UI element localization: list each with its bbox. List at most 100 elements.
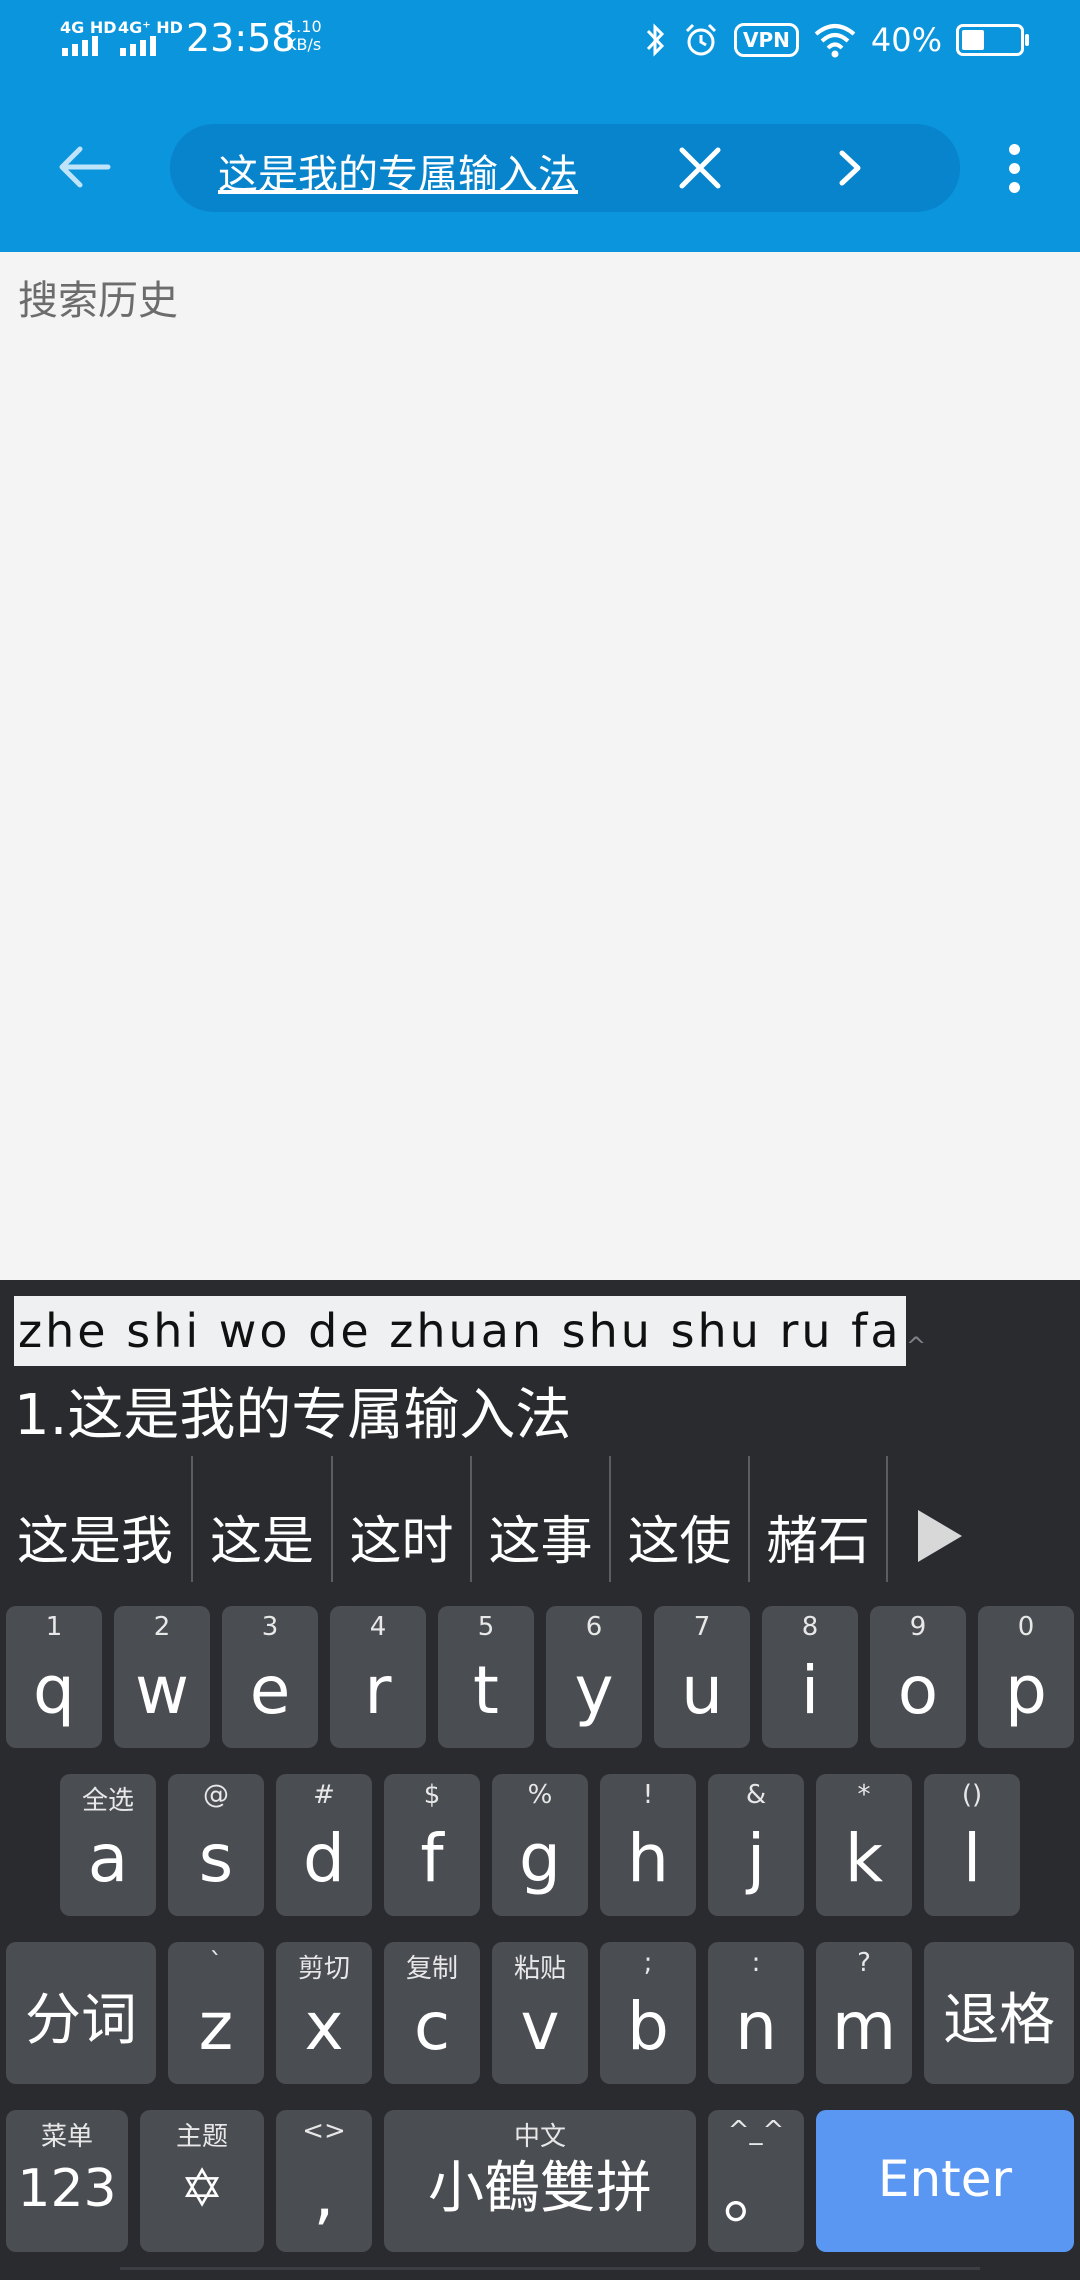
key-h[interactable]: ! h xyxy=(600,1774,696,1916)
candidate-2[interactable]: 这是 xyxy=(193,1456,331,1616)
key-b-secondary: ; xyxy=(643,1948,653,1978)
key-a-secondary: 全选 xyxy=(81,1786,134,1816)
key-p-secondary: 0 xyxy=(1017,1612,1035,1642)
numbers-key[interactable]: 菜单 123 xyxy=(6,2110,128,2252)
key-o-secondary: 9 xyxy=(909,1612,927,1642)
key-z-label: z xyxy=(198,1988,234,2065)
key-v[interactable]: 粘贴 v xyxy=(492,1942,588,2084)
theme-key[interactable]: 主题 ✡ xyxy=(140,2110,264,2252)
period-key-label: 。 xyxy=(723,2156,789,2233)
search-input[interactable]: 这是我的专属输入法 xyxy=(218,142,578,200)
key-e[interactable]: 3e xyxy=(222,1606,318,1748)
network-speed-unit: KB/s xyxy=(286,35,322,54)
key-p-label: p xyxy=(1005,1652,1047,1729)
backspace-key[interactable]: 退格 xyxy=(924,1942,1074,2084)
signal-bars-2-icon xyxy=(120,34,156,56)
arrow-left-icon xyxy=(59,146,111,188)
back-button[interactable] xyxy=(44,132,124,202)
network-speed-value: 1.10 xyxy=(286,17,322,36)
key-w-secondary: 2 xyxy=(153,1612,171,1642)
theme-label: 主题 xyxy=(175,2122,228,2152)
close-icon xyxy=(679,147,721,189)
status-bar: 4G HD 4G⁺ HD 23:58 1.10 KB/s VPN 40% xyxy=(0,0,1080,80)
key-p[interactable]: 0p xyxy=(978,1606,1074,1748)
more-candidates-button[interactable] xyxy=(905,1456,975,1616)
candidate-3[interactable]: 这时 xyxy=(333,1456,470,1616)
key-u[interactable]: 7u xyxy=(654,1606,750,1748)
period-key[interactable]: ^_^ 。 xyxy=(708,2110,804,2252)
key-e-label: e xyxy=(249,1652,291,1729)
candidate-1[interactable]: 这是我 xyxy=(0,1456,190,1616)
key-i[interactable]: 8i xyxy=(762,1606,858,1748)
key-m-label: m xyxy=(831,1988,897,2065)
key-c[interactable]: 复制 c xyxy=(384,1942,480,2084)
key-k-label: k xyxy=(844,1820,884,1897)
key-o[interactable]: 9o xyxy=(870,1606,966,1748)
key-n[interactable]: :n xyxy=(708,1942,804,2084)
key-y[interactable]: 6y xyxy=(546,1606,642,1748)
key-d[interactable]: # d xyxy=(276,1774,372,1916)
search-box[interactable]: 这是我的专属输入法 xyxy=(170,124,960,212)
expand-caret-icon[interactable]: ^ xyxy=(906,1332,926,1360)
key-h-secondary: ! xyxy=(642,1780,654,1810)
comma-key[interactable]: <>, xyxy=(276,2110,372,2252)
pinyin-composition[interactable]: zhe shi wo de zhuan shu shu ru fa xyxy=(14,1296,906,1366)
candidate-divider xyxy=(886,1456,888,1582)
signal-bars-1-icon xyxy=(62,34,98,56)
battery-percent: 40% xyxy=(870,21,942,59)
key-b-label: b xyxy=(627,1988,669,2065)
key-s[interactable]: @ s xyxy=(168,1774,264,1916)
space-key-label: 小鶴雙拼 xyxy=(428,2156,652,2221)
clear-button[interactable] xyxy=(670,138,730,198)
wifi-icon xyxy=(814,24,856,58)
space-key[interactable]: 中文 小鶴雙拼 xyxy=(384,2110,696,2252)
key-g-secondary: % xyxy=(527,1780,553,1810)
enter-key[interactable]: Enter xyxy=(816,2110,1074,2252)
search-history-title: 搜索历史 xyxy=(18,278,178,324)
segment-key[interactable]: 分词 xyxy=(6,1942,156,2084)
key-x[interactable]: 剪切 x xyxy=(276,1942,372,2084)
key-t-label: t xyxy=(473,1652,499,1729)
key-s-secondary: @ xyxy=(203,1780,229,1810)
key-f[interactable]: $ f xyxy=(384,1774,480,1916)
key-r-secondary: 4 xyxy=(369,1612,387,1642)
key-r-label: r xyxy=(364,1652,392,1729)
play-arrow-icon xyxy=(918,1510,962,1562)
vpn-badge: VPN xyxy=(734,23,799,57)
key-t[interactable]: 5t xyxy=(438,1606,534,1748)
key-m-secondary: ? xyxy=(857,1948,871,1978)
composed-candidate[interactable]: 1.这是我的专属输入法 xyxy=(14,1370,571,1451)
comma-key-label: , xyxy=(313,2156,335,2233)
key-w[interactable]: 2w xyxy=(114,1606,210,1748)
candidate-4[interactable]: 这事 xyxy=(472,1456,609,1616)
key-c-label: c xyxy=(413,1988,451,2065)
key-n-secondary: : xyxy=(751,1948,761,1978)
more-options-button[interactable] xyxy=(994,126,1034,210)
candidate-5[interactable]: 这使 xyxy=(611,1456,748,1616)
candidate-6[interactable]: 赭石 xyxy=(750,1456,886,1616)
key-d-label: d xyxy=(303,1820,345,1897)
key-k[interactable]: * k xyxy=(816,1774,912,1916)
key-i-label: i xyxy=(800,1652,820,1729)
key-t-secondary: 5 xyxy=(477,1612,495,1642)
key-q-label: q xyxy=(33,1652,75,1729)
key-d-secondary: # xyxy=(313,1780,335,1810)
enter-key-label: Enter xyxy=(877,2150,1013,2208)
battery-icon xyxy=(956,24,1029,56)
key-q[interactable]: 1q xyxy=(6,1606,102,1748)
key-z[interactable]: ` z xyxy=(168,1942,264,2084)
clock: 23:58 xyxy=(186,16,296,60)
key-f-label: f xyxy=(420,1820,444,1897)
key-a[interactable]: 全选 a xyxy=(60,1774,156,1916)
key-r[interactable]: 4r xyxy=(330,1606,426,1748)
star-of-david-icon: ✡ xyxy=(180,2159,224,2219)
key-l[interactable]: () l xyxy=(924,1774,1020,1916)
key-q-secondary: 1 xyxy=(45,1612,63,1642)
key-u-secondary: 7 xyxy=(693,1612,711,1642)
key-j-secondary: & xyxy=(745,1780,767,1810)
search-go-button[interactable] xyxy=(820,138,880,198)
key-m[interactable]: ? m xyxy=(816,1942,912,2084)
key-b[interactable]: ; b xyxy=(600,1942,696,2084)
key-j[interactable]: & j xyxy=(708,1774,804,1916)
key-g[interactable]: % g xyxy=(492,1774,588,1916)
